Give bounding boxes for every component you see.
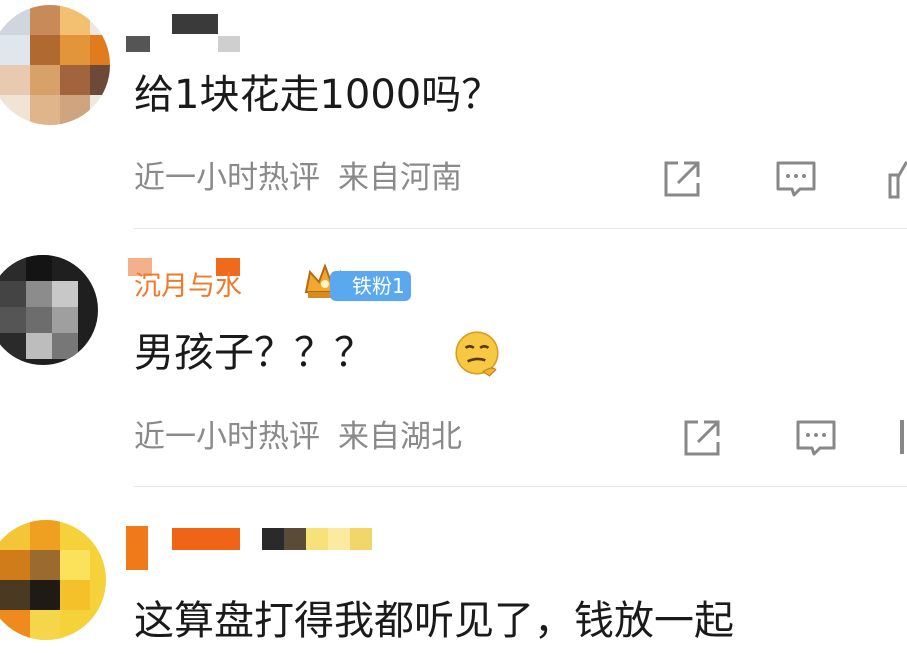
comment-3: 这算盘打得我都听见了，钱放一起 <box>0 0 907 654</box>
avatar[interactable] <box>0 520 106 640</box>
comment-text: 这算盘打得我都听见了，钱放一起 <box>134 598 734 644</box>
